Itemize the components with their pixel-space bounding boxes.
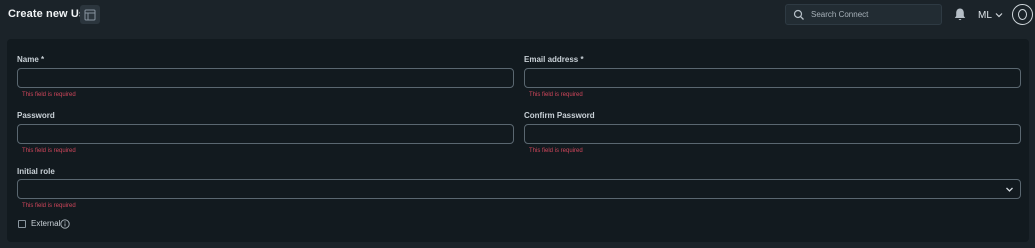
confirm-password-field[interactable] <box>524 124 1021 144</box>
search-box[interactable] <box>785 4 942 25</box>
avatar-glyph <box>1018 9 1027 20</box>
search-icon <box>793 9 804 20</box>
bell-icon[interactable] <box>953 7 967 22</box>
window-icon <box>84 9 96 20</box>
password-input[interactable] <box>18 126 513 144</box>
password-label: Password <box>17 111 55 120</box>
search-input[interactable] <box>811 5 939 24</box>
email-error: This field is required <box>529 92 583 98</box>
chevron-down-icon <box>995 13 1003 18</box>
external-label: External <box>31 219 61 228</box>
confirm-password-input[interactable] <box>525 126 1020 144</box>
external-checkbox[interactable] <box>18 220 26 228</box>
user-menu[interactable]: ML <box>978 8 1003 22</box>
top-bar: Create new User ML <box>0 0 1035 30</box>
window-icon-button[interactable] <box>80 5 100 24</box>
password-error: This field is required <box>22 148 76 154</box>
name-error: This field is required <box>22 92 76 98</box>
chevron-down-icon <box>1006 187 1013 192</box>
password-field[interactable] <box>17 124 514 144</box>
info-icon[interactable] <box>60 219 70 229</box>
user-avatar-icon[interactable] <box>1012 4 1033 25</box>
initial-role-label: Initial role <box>17 167 55 176</box>
name-input[interactable] <box>18 70 513 88</box>
confirm-password-label: Confirm Password <box>524 111 595 120</box>
email-label: Email address * <box>524 55 584 64</box>
email-input[interactable] <box>525 70 1020 88</box>
initial-role-select[interactable] <box>17 179 1021 199</box>
user-initials: ML <box>978 9 992 21</box>
confirm-password-error: This field is required <box>529 148 583 154</box>
name-field[interactable] <box>17 68 514 88</box>
name-label: Name * <box>17 55 45 64</box>
email-field[interactable] <box>524 68 1021 88</box>
initial-role-error: This field is required <box>22 203 76 209</box>
